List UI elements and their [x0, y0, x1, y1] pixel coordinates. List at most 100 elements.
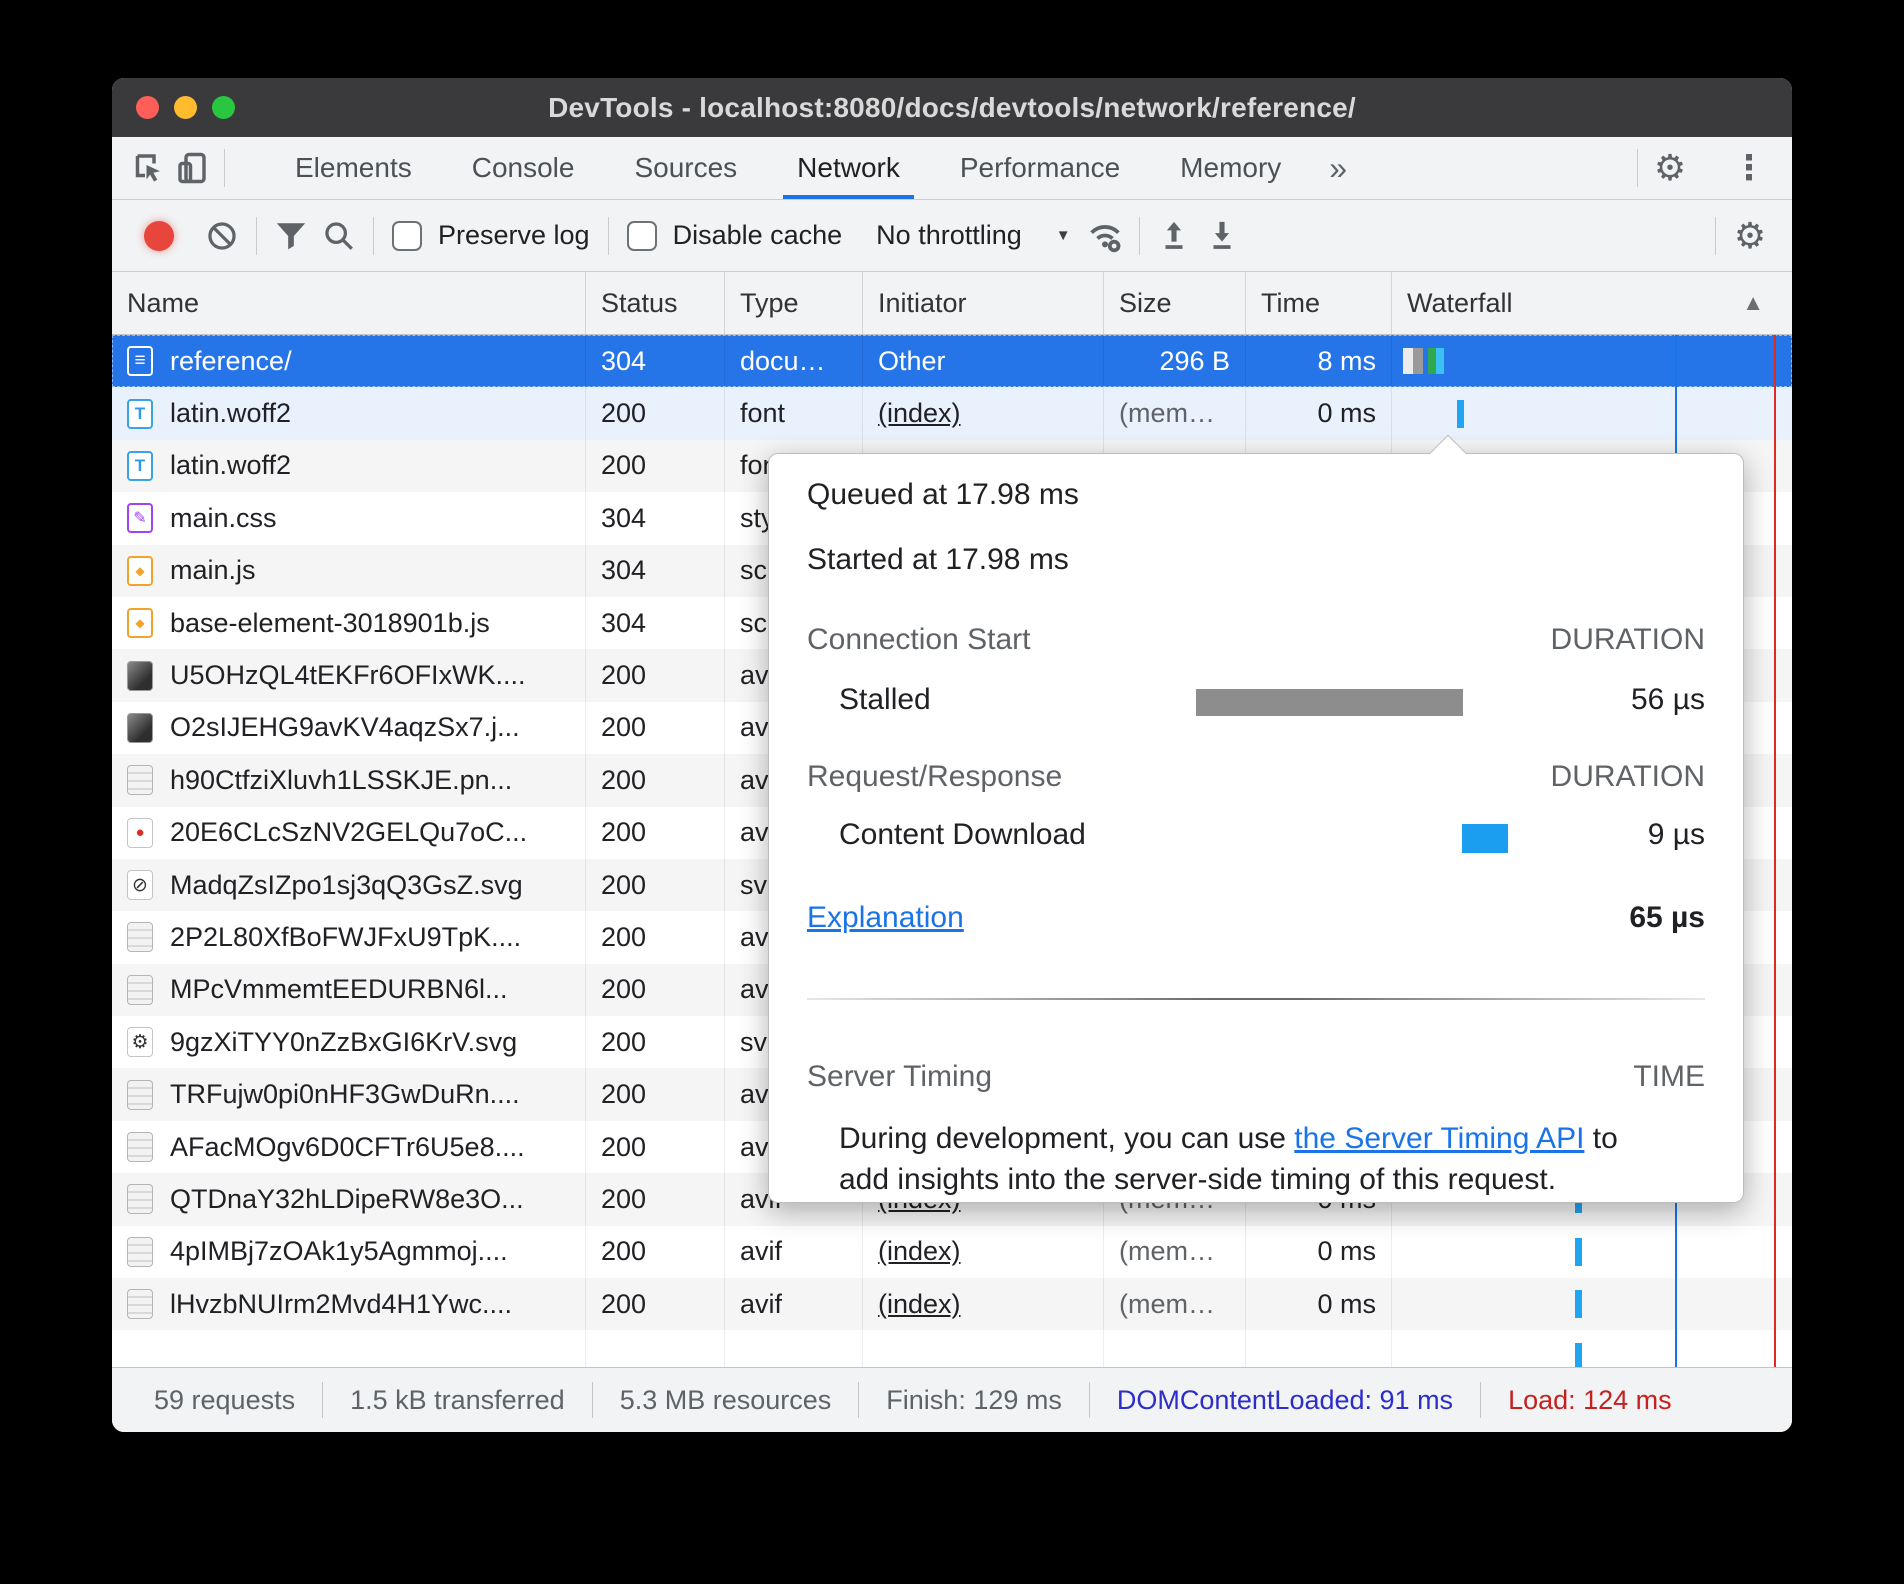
export-har-icon[interactable] [1198, 212, 1246, 260]
network-conditions-icon[interactable] [1081, 212, 1129, 260]
table-row[interactable] [112, 1330, 1792, 1367]
inspect-element-icon[interactable] [126, 146, 170, 190]
type-cell: docu… [725, 335, 863, 387]
explanation-link[interactable]: Explanation [807, 901, 964, 935]
initiator-cell: (index) [863, 1278, 1104, 1330]
tab-performance[interactable]: Performance [930, 137, 1150, 199]
blocked-icon: ⊘ [127, 870, 153, 900]
disable-cache-toggle[interactable]: Disable cache [627, 220, 843, 251]
size-cell: (mem… [1104, 387, 1246, 439]
filter-icon[interactable] [267, 212, 315, 260]
status-cell: 200 [586, 1226, 725, 1278]
tab-network[interactable]: Network [767, 137, 930, 199]
status-item: Load: 124 ms [1481, 1385, 1699, 1416]
request-name: h90CtfziXluvh1LSSKJE.pn... [170, 765, 512, 796]
table-row[interactable]: Tlatin.woff2200font(index)(mem…0 ms [112, 387, 1792, 439]
image-icon [127, 1080, 153, 1110]
column-header-size[interactable]: Size [1104, 272, 1246, 334]
type-cell: font [725, 387, 863, 439]
network-settings-gear-icon[interactable]: ⚙ [1726, 212, 1774, 260]
record-network-log-button[interactable] [144, 221, 174, 251]
request-name-cell: ≡ reference/ [112, 335, 586, 387]
js-icon: ◆ [127, 556, 153, 586]
request-name-cell: AFacMOgv6D0CFTr6U5e8.... [112, 1121, 586, 1173]
clear-network-log-icon[interactable] [198, 212, 246, 260]
content-download-bar [1462, 824, 1508, 853]
throttling-dropdown[interactable]: No throttling ▼ [876, 220, 1070, 251]
waterfall-cell [1392, 1278, 1792, 1330]
tab-elements[interactable]: Elements [265, 137, 442, 199]
column-header-initiator[interactable]: Initiator [863, 272, 1104, 334]
status-cell: 200 [586, 859, 725, 911]
initiator-cell: Other [863, 335, 1104, 387]
initiator-cell: (index) [863, 387, 1104, 439]
table-row[interactable]: ≡reference/304docu…Other296 B8 ms [112, 335, 1792, 387]
sort-ascending-icon[interactable]: ▲ [1742, 290, 1764, 316]
initiator-cell: (index) [863, 1226, 1104, 1278]
image-icon [127, 1132, 153, 1162]
request-name-cell: ⊘MadqZsIZpo1sj3qQ3GsZ.svg [112, 859, 586, 911]
tab-console[interactable]: Console [442, 137, 605, 199]
red-dot-icon: ● [127, 818, 153, 848]
request-name-cell: Tlatin.woff2 [112, 387, 586, 439]
stalled-duration-bar [1196, 689, 1463, 716]
status-cell: 200 [586, 649, 725, 701]
main-menu-dots-icon[interactable]: ⋮ [1692, 148, 1766, 188]
server-timing-heading: Server Timing [807, 1060, 992, 1094]
request-name-cell: ●20E6CLcSzNV2GELQu7oC... [112, 807, 586, 859]
request-name: U5OHzQL4tEKFr6OFIxWK.... [170, 660, 526, 691]
status-cell: 200 [586, 1016, 725, 1068]
request-name-cell [112, 1330, 586, 1367]
server-timing-api-link[interactable]: the Server Timing API [1294, 1122, 1584, 1155]
settings-gear-icon[interactable]: ⚙ [1648, 146, 1692, 190]
tab-sources[interactable]: Sources [604, 137, 767, 199]
request-name: 2P2L80XfBoFWJFxU9TpK.... [170, 922, 521, 953]
divider [373, 217, 374, 255]
status-cell: 200 [586, 1121, 725, 1173]
js-icon: ◆ [127, 608, 153, 638]
request-response-heading: Request/Response [807, 760, 1062, 794]
request-name: reference/ [170, 346, 292, 377]
time-cell: 0 ms [1246, 1226, 1392, 1278]
preserve-log-toggle[interactable]: Preserve log [392, 220, 590, 251]
column-header-status[interactable]: Status [586, 272, 725, 334]
type-cell: avif [725, 1226, 863, 1278]
table-row[interactable]: lHvzbNUIrm2Mvd4H1Ywc....200avif(index)(m… [112, 1278, 1792, 1330]
divider [256, 217, 257, 255]
throttling-value: No throttling [876, 220, 1022, 251]
popover-divider [807, 998, 1705, 1000]
column-header-waterfall[interactable]: Waterfall ▲ [1392, 272, 1792, 334]
column-header-time[interactable]: Time [1246, 272, 1392, 334]
request-name: latin.woff2 [170, 398, 291, 429]
device-toolbar-icon[interactable] [170, 146, 214, 190]
disable-cache-label: Disable cache [673, 220, 843, 251]
initiator-link[interactable]: (index) [878, 1289, 961, 1320]
column-header-type[interactable]: Type [725, 272, 863, 334]
status-item: 59 requests [127, 1385, 322, 1416]
column-header-name[interactable]: Name [112, 272, 586, 334]
table-header: Name Status Type Initiator Size Time Wat… [112, 272, 1792, 335]
image-icon [127, 1184, 153, 1214]
document-icon: ≡ [127, 346, 153, 376]
status-cell: 200 [586, 1278, 725, 1330]
size-cell [1104, 1330, 1246, 1367]
import-har-icon[interactable] [1150, 212, 1198, 260]
more-tabs-icon[interactable]: » [1311, 150, 1365, 187]
photo-icon [127, 661, 153, 691]
initiator-link[interactable]: (index) [878, 1236, 961, 1267]
status-cell: 200 [586, 702, 725, 754]
request-name-cell: U5OHzQL4tEKFr6OFIxWK.... [112, 649, 586, 701]
table-row[interactable]: 4pIMBj7zOAk1y5Agmmoj....200avif(index)(m… [112, 1226, 1792, 1278]
disable-cache-checkbox[interactable] [627, 221, 657, 251]
waterfall-cell [1392, 1226, 1792, 1278]
divider [1637, 149, 1638, 187]
time-cell: 0 ms [1246, 1278, 1392, 1330]
request-name: 9gzXiTYY0nZzBxGI6KrV.svg [170, 1027, 517, 1058]
tab-memory[interactable]: Memory [1150, 137, 1311, 199]
preserve-log-checkbox[interactable] [392, 221, 422, 251]
chevron-down-icon: ▼ [1056, 227, 1071, 244]
paragraph-text: During development, you can use [839, 1122, 1294, 1155]
divider [608, 217, 609, 255]
initiator-link[interactable]: (index) [878, 398, 961, 429]
search-icon[interactable] [315, 212, 363, 260]
